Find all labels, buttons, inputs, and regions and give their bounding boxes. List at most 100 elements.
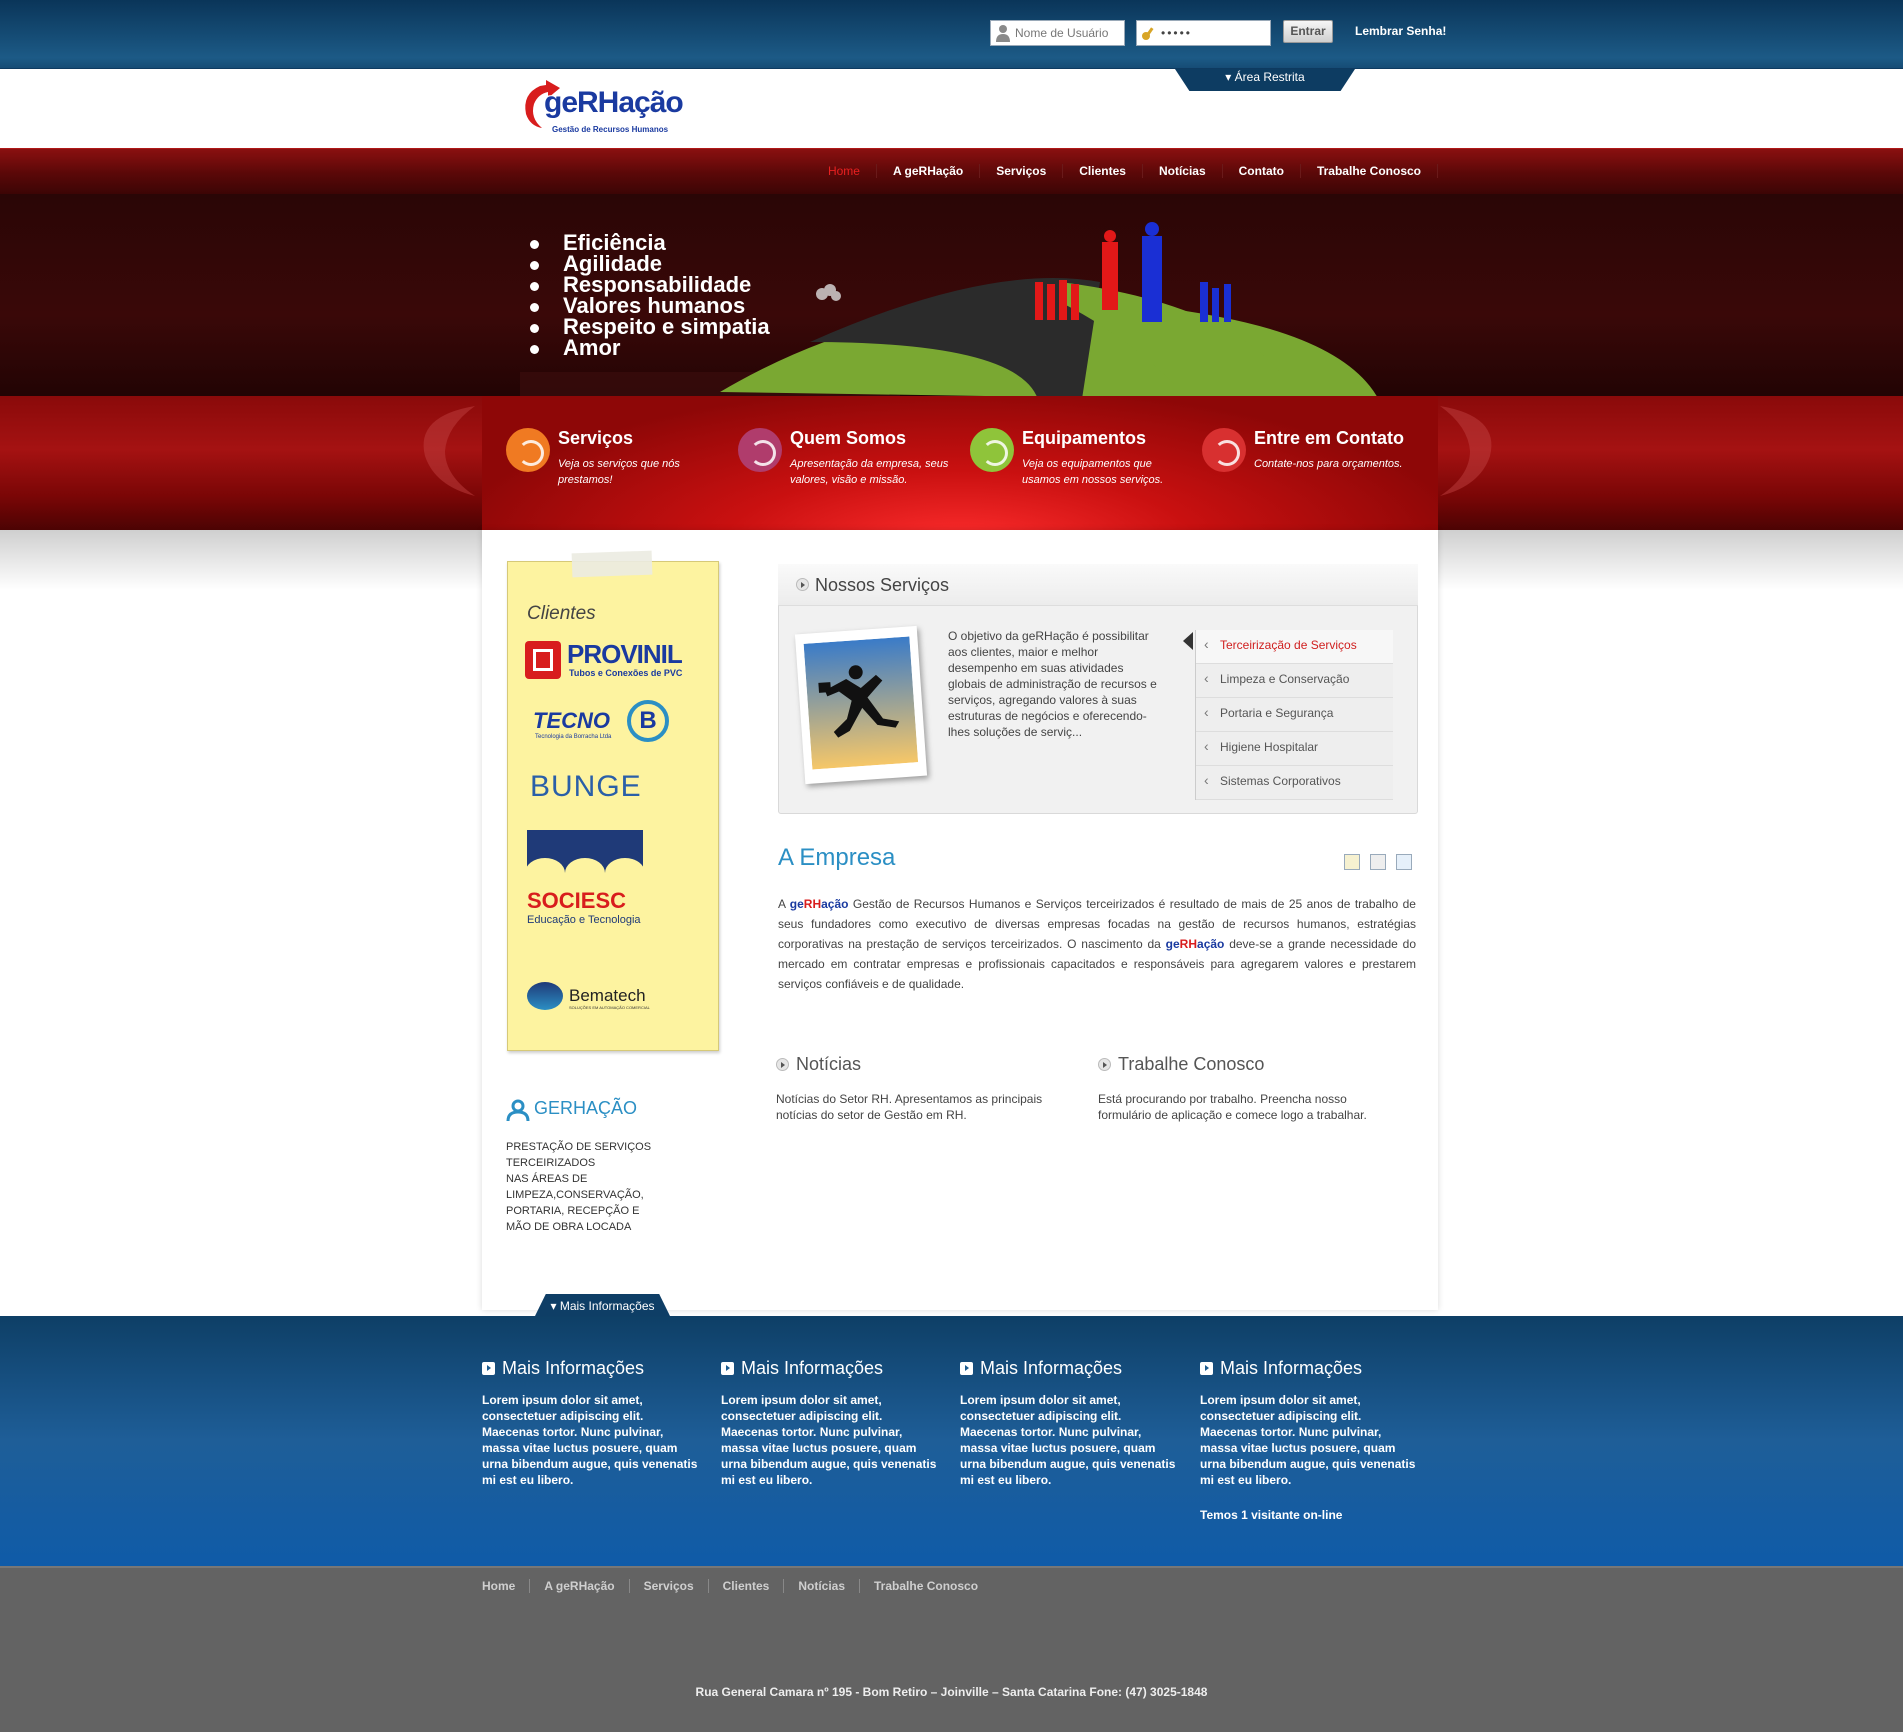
password-input[interactable]: ••••• [1136, 20, 1271, 46]
value-item: Agilidade [528, 253, 770, 275]
sociesc-waves-icon [525, 830, 645, 888]
footer-nav-home[interactable]: Home [482, 1579, 531, 1593]
empresa-title: A Empresa [778, 844, 896, 871]
caret-down-icon: ▾ [1225, 70, 1235, 84]
restricted-area-label: Área Restrita [1234, 70, 1305, 84]
clientes-note [507, 561, 719, 1051]
value-item: Amor [528, 337, 770, 359]
service-item[interactable]: Terceirização de Serviços [1196, 629, 1393, 664]
footer-nav: Home A geRHação Serviços Clientes Notíci… [482, 1579, 992, 1593]
feature-servicos[interactable]: Serviços Veja os serviços que nós presta… [506, 428, 716, 498]
value-item: Respeito e simpatia [528, 316, 770, 338]
nav-item-noticias[interactable]: Notícias [1143, 164, 1223, 178]
caret-down-icon: ▾ [550, 1299, 560, 1313]
gerhacao-text: PRESTAÇÃO DE SERVIÇOS TERCEIRIZADOS NAS … [506, 1141, 652, 1233]
info-column: Mais Informações Lorem ipsum dolor sit a… [960, 1358, 1180, 1488]
info-title: Mais Informações [482, 1358, 702, 1379]
footer-address: Rua General Camara nº 195 - Bom Retiro –… [695, 1685, 1208, 1699]
feature-quem-somos[interactable]: Quem Somos Apresentação da empresa, seus… [738, 428, 948, 498]
nav-item-clientes[interactable]: Clientes [1063, 164, 1143, 178]
nav-item-servicos[interactable]: Serviços [980, 164, 1064, 178]
value-item: Valores humanos [528, 295, 770, 317]
clientes-title: Clientes [527, 603, 596, 624]
feature-desc: Apresentação da empresa, seus valores, v… [790, 458, 949, 486]
client-logo-sociesc[interactable]: SOCIESC Educação e Tecnologia [525, 830, 645, 926]
nav-item-a-gerhacao[interactable]: A geRHação [877, 164, 981, 178]
username-input[interactable]: Nome de Usuário [990, 20, 1125, 46]
arrow-right-icon [796, 578, 809, 591]
play-icon [970, 428, 1014, 472]
user-icon [996, 25, 1010, 42]
value-item: Eficiência [528, 232, 770, 254]
login-button[interactable]: Entrar [1283, 20, 1333, 43]
pdf-icon[interactable] [1344, 854, 1360, 870]
servicos-photo[interactable] [794, 625, 928, 785]
info-text: Lorem ipsum dolor sit amet, consectetuer… [1200, 1393, 1416, 1487]
feature-contato[interactable]: Entre em Contato Contate-nos para orçame… [1202, 428, 1412, 498]
feature-title: Quem Somos [790, 428, 907, 448]
info-title: Mais Informações [1200, 1358, 1420, 1379]
noticias-title[interactable]: Notícias [796, 1054, 861, 1075]
footer-nav-trabalhe-conosco[interactable]: Trabalhe Conosco [860, 1579, 992, 1593]
feature-title: Serviços [558, 428, 634, 448]
arrow-right-icon [776, 1058, 789, 1071]
servicos-title: Nossos Serviços [815, 575, 950, 595]
provinil-icon [525, 641, 561, 679]
client-logo-bunge[interactable]: BUNGE [530, 770, 642, 804]
nav-item-home[interactable]: Home [812, 164, 877, 178]
logo-tagline: Gestão de Recursos Humanos [552, 125, 669, 134]
feature-desc: Contate-nos para orçamentos. [1254, 458, 1403, 470]
trabalhe-text: Está procurando por trabalho. Preencha n… [1098, 1092, 1367, 1122]
visitors-online: Temos 1 visitante on-line [1200, 1508, 1343, 1522]
trabalhe-title[interactable]: Trabalhe Conosco [1118, 1054, 1264, 1075]
info-text: Lorem ipsum dolor sit amet, consectetuer… [721, 1393, 937, 1487]
service-item[interactable]: Higiene Hospitalar [1196, 731, 1393, 766]
left-ornament [423, 406, 475, 496]
more-info-tab[interactable]: ▾ Mais Informações [535, 1294, 670, 1316]
active-pointer-icon [1183, 632, 1193, 650]
footer-nav-a-gerhacao[interactable]: A geRHação [530, 1579, 630, 1593]
service-item[interactable]: Sistemas Corporativos [1196, 765, 1393, 800]
info-text: Lorem ipsum dolor sit amet, consectetuer… [960, 1393, 1176, 1487]
jumping-man-image [803, 636, 919, 770]
main-nav: Home A geRHação Serviços Clientes Notíci… [812, 148, 1438, 194]
arrow-right-icon [1098, 1058, 1111, 1071]
service-item[interactable]: Portaria e Segurança [1196, 697, 1393, 732]
phone-icon [1202, 428, 1246, 472]
feature-desc: Veja os equipamentos que usamos em nosso… [1022, 458, 1164, 486]
service-list: Terceirização de Serviços Limpeza e Cons… [1195, 629, 1393, 800]
footer-nav-noticias[interactable]: Notícias [784, 1579, 861, 1593]
empresa-text: A geRHação Gestão de Recursos Humanos e … [778, 897, 1416, 991]
info-text: Lorem ipsum dolor sit amet, consectetuer… [482, 1393, 698, 1487]
footer-nav-clientes[interactable]: Clientes [709, 1579, 785, 1593]
info-column: Mais Informações Lorem ipsum dolor sit a… [482, 1358, 702, 1488]
feature-equipamentos[interactable]: Equipamentos Veja os equipamentos que us… [970, 428, 1180, 498]
forgot-password-link[interactable]: Lembrar Senha! [1355, 24, 1446, 38]
noticias-text: Notícias do Setor RH. Apresentamos as pr… [776, 1092, 1043, 1122]
value-item: Responsabilidade [528, 274, 770, 296]
restricted-area-tab[interactable]: ▾ Área Restrita [1175, 69, 1355, 91]
top-login-bar [0, 0, 1903, 69]
servicos-text: O objetivo da geRHação é possibilitar ao… [948, 629, 1157, 739]
tape-decoration [571, 550, 653, 578]
site-logo[interactable]: geRHação Gestão de Recursos Humanos [518, 76, 698, 138]
right-ornament [1440, 406, 1492, 496]
info-column: Mais Informações Lorem ipsum dolor sit a… [721, 1358, 941, 1488]
info-footer [0, 1316, 1903, 1566]
feature-desc: Veja os serviços que nós prestamos! [558, 458, 680, 486]
feature-title: Entre em Contato [1254, 428, 1405, 448]
pencil-icon [738, 428, 782, 472]
email-icon[interactable] [1396, 854, 1412, 870]
print-icon[interactable] [1370, 854, 1386, 870]
logo-wordmark: geRHação [544, 86, 684, 119]
service-item[interactable]: Limpeza e Conservação [1196, 663, 1393, 698]
gerhacao-title: GERHAÇÃO [534, 1098, 638, 1118]
password-value: ••••• [1161, 26, 1193, 40]
footer-nav-servicos[interactable]: Serviços [630, 1579, 709, 1593]
nav-item-contato[interactable]: Contato [1223, 164, 1301, 178]
username-placeholder: Nome de Usuário [1015, 26, 1109, 40]
info-column: Mais Informações Lorem ipsum dolor sit a… [1200, 1358, 1420, 1488]
info-title: Mais Informações [721, 1358, 941, 1379]
check-icon [506, 428, 550, 472]
nav-item-trabalhe-conosco[interactable]: Trabalhe Conosco [1301, 164, 1438, 178]
